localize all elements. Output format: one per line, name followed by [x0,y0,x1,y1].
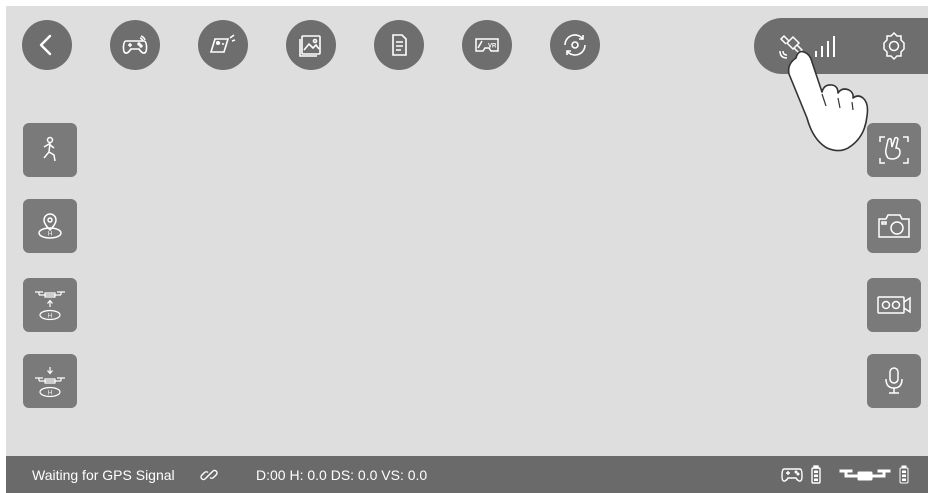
drone-battery-icon [839,465,909,484]
trajectory-button[interactable] [198,20,248,70]
photo-button[interactable] [867,199,921,253]
image-icon [299,35,321,57]
pointing-hand-icon [787,50,869,152]
app-screen: VR H H H Waiting for GPS Signal D:00 H: … [6,6,928,493]
return-home-button[interactable]: H [23,199,77,253]
svg-text:H: H [48,391,52,397]
video-button[interactable] [867,278,921,332]
svg-text:H: H [48,314,52,320]
back-button[interactable] [22,20,72,70]
landing-button[interactable]: H [23,354,77,408]
takeoff-button[interactable]: H [23,278,77,332]
voice-button[interactable] [867,354,921,408]
svg-text:H: H [48,232,52,238]
telemetry-text: D:00 H: 0.0 DS: 0.0 VS: 0.0 [256,467,428,483]
controller-button[interactable] [110,20,160,70]
camera-icon [878,214,910,238]
gamepad-icon [122,35,148,54]
controller-battery-icon [781,465,821,484]
document-icon [392,34,407,56]
link-icon [200,469,218,481]
rotate-button[interactable] [550,20,600,70]
trajectory-icon [209,34,236,53]
vr-icon: VR [475,38,499,52]
drone-landing-icon: H [35,367,65,398]
home-point-icon: H [38,213,62,239]
gallery-button[interactable] [286,20,336,70]
files-button[interactable] [374,20,424,70]
chevron-left-icon [39,34,52,56]
microphone-icon [885,367,903,394]
vr-button[interactable]: VR [462,20,512,70]
video-icon [877,296,911,314]
status-bar: Waiting for GPS Signal D:00 H: 0.0 DS: 0… [6,456,928,493]
drone-takeoff-icon: H [35,291,65,321]
running-person-icon [43,136,56,162]
gps-status-text: Waiting for GPS Signal [32,467,175,483]
follow-mode-button[interactable] [23,123,77,177]
rotate-icon [564,34,586,56]
svg-text:VR: VR [488,44,497,50]
